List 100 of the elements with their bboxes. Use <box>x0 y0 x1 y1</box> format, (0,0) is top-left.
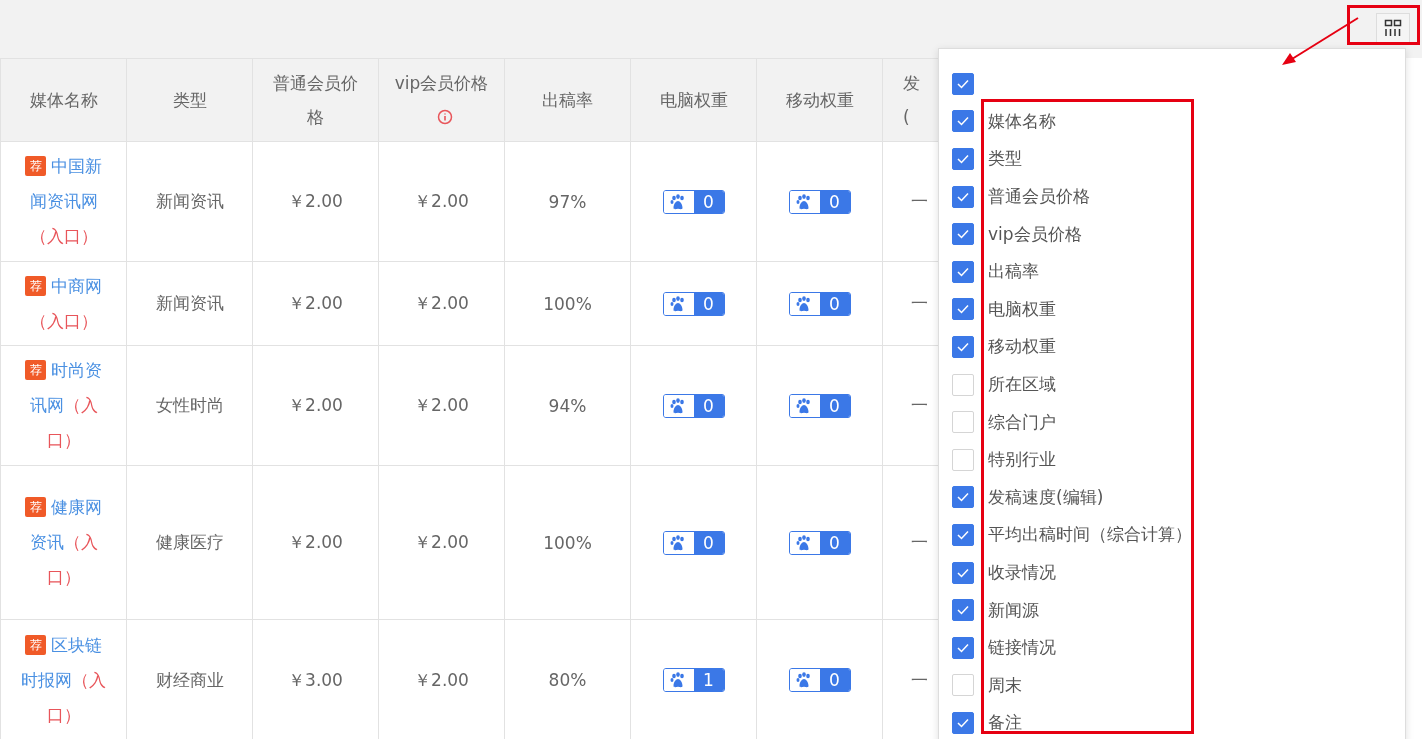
check-icon <box>956 716 970 729</box>
column-option-label: 移动权重 <box>988 335 1056 359</box>
recommended-tag: 荐 <box>25 360 46 380</box>
checkbox[interactable] <box>952 148 974 170</box>
weight-badge: 0 <box>788 668 851 692</box>
column-option-label: 备注 <box>988 711 1022 735</box>
checkbox[interactable] <box>952 523 974 546</box>
check-icon <box>956 265 970 278</box>
column-option[interactable]: 收录情况 <box>939 553 1405 592</box>
column-header-label: 电脑权重 <box>659 90 728 110</box>
info-icon <box>436 109 453 125</box>
check-icon <box>956 77 970 90</box>
column-option-label: 媒体名称 <box>988 109 1056 133</box>
column-header-label: 类型 <box>172 90 207 110</box>
checkbox[interactable] <box>952 561 974 584</box>
column-option-label: 周末 <box>988 673 1022 697</box>
weight-badge: 0 <box>788 291 851 316</box>
table-cell: ￥2.00 <box>414 669 469 690</box>
table-cell: 一 <box>911 395 928 415</box>
check-icon <box>956 566 970 579</box>
column-option-label: 出稿率 <box>988 260 1039 284</box>
check-icon <box>956 153 970 165</box>
column-option-label: 特别行业 <box>988 448 1056 472</box>
column-option[interactable]: 特别行业 <box>939 440 1405 479</box>
column-option[interactable]: 周末 <box>939 666 1405 705</box>
checkbox[interactable] <box>952 185 974 208</box>
column-option-label: 类型 <box>988 147 1022 171</box>
check-icon <box>956 190 970 203</box>
table-cell: 100% <box>543 532 592 553</box>
column-option[interactable]: 所在区域 <box>939 365 1405 404</box>
checkbox[interactable] <box>952 599 974 622</box>
check-icon <box>956 604 970 617</box>
checkbox[interactable] <box>952 711 974 734</box>
table-cell: 94% <box>548 395 587 416</box>
table-cell: 一 <box>911 293 928 313</box>
checkbox[interactable] <box>952 335 974 358</box>
column-header-label: 出稿率 <box>542 90 593 110</box>
column-option[interactable]: 媒体名称 <box>939 102 1405 141</box>
column-option-label: 所在区域 <box>988 373 1056 397</box>
recommended-tag: 荐 <box>25 634 46 655</box>
table-cell: 一 <box>911 191 928 211</box>
columns-icon <box>1384 19 1402 37</box>
checkbox[interactable] <box>952 260 974 283</box>
checkbox[interactable] <box>952 298 974 321</box>
column-option-label: 新闻源 <box>988 598 1039 622</box>
column-option[interactable]: 平均出稿时间（综合计算） <box>939 516 1405 554</box>
weight-badge: 0 <box>788 530 851 555</box>
checkbox[interactable] <box>952 486 974 509</box>
table-cell: 新闻资讯 <box>155 191 224 211</box>
column-option-label: vip会员价格 <box>988 222 1082 246</box>
column-option[interactable]: 移动权重 <box>939 328 1405 366</box>
check-icon <box>956 340 970 353</box>
column-option[interactable]: vip会员价格 <box>939 215 1405 253</box>
table-cell: ￥2.00 <box>288 395 343 415</box>
table-cell: ￥2.00 <box>288 532 343 552</box>
recommended-tag: 荐 <box>25 497 46 517</box>
table-cell: 新闻资讯 <box>155 293 224 313</box>
column-option-label: 电脑权重 <box>988 297 1056 321</box>
column-header-label: vip会员价格 <box>394 73 489 93</box>
table-cell: 80% <box>548 670 587 690</box>
column-header-label: 媒体名称 <box>29 90 98 110</box>
checkbox[interactable] <box>952 72 974 95</box>
column-option[interactable]: 新闻源 <box>939 591 1405 629</box>
check-icon <box>956 115 970 128</box>
table-cell: ￥2.00 <box>414 191 469 211</box>
column-header-label: 移动权重 <box>785 90 854 110</box>
column-header-label: 发( <box>903 72 921 129</box>
table-cell: 一 <box>911 532 928 552</box>
weight-badge: 0 <box>662 291 725 316</box>
checkbox[interactable] <box>952 110 974 133</box>
columns-button[interactable] <box>1376 13 1410 43</box>
table-cell: 健康医疗 <box>155 532 224 552</box>
check-icon <box>956 228 970 241</box>
column-option[interactable]: 链接情况 <box>939 628 1405 667</box>
column-option-label: 发稿速度(编辑) <box>988 485 1104 509</box>
table-cell: ￥2.00 <box>414 395 469 415</box>
column-option[interactable]: 备注 <box>939 704 1405 739</box>
check-icon <box>956 528 970 541</box>
table-cell: 一 <box>911 669 928 690</box>
table-cell: ￥2.00 <box>414 293 469 313</box>
check-icon <box>956 641 970 654</box>
column-option-label: 综合门户 <box>988 410 1056 434</box>
column-option[interactable]: 电脑权重 <box>939 290 1405 329</box>
check-icon <box>956 491 970 504</box>
table-cell: ￥2.00 <box>288 191 343 211</box>
table-cell: 97% <box>548 191 587 212</box>
checkbox[interactable] <box>952 636 974 659</box>
column-option[interactable]: 普通会员价格 <box>939 177 1405 216</box>
column-header-label: 普通会员价格 <box>273 73 358 127</box>
column-option[interactable]: 类型 <box>939 140 1405 178</box>
column-option[interactable]: 发稿速度(编辑) <box>939 478 1405 517</box>
table-cell: 100% <box>543 293 592 314</box>
recommended-tag: 荐 <box>25 275 46 296</box>
weight-badge: 1 <box>662 668 725 692</box>
weight-badge: 0 <box>662 393 725 418</box>
check-icon <box>956 303 970 316</box>
column-option[interactable]: 出稿率 <box>939 252 1405 291</box>
column-option-label: 平均出稿时间（综合计算） <box>988 523 1192 547</box>
checkbox[interactable] <box>952 223 974 246</box>
column-option[interactable]: 综合门户 <box>939 403 1405 441</box>
